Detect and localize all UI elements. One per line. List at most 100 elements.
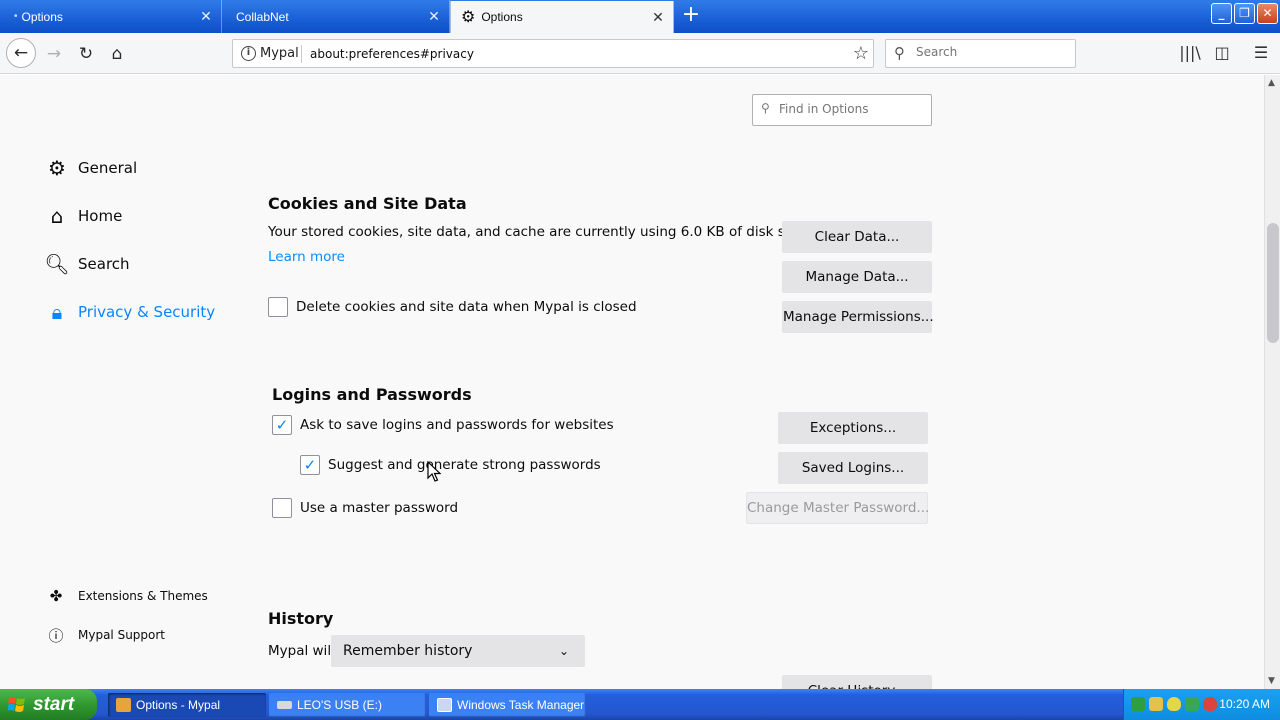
master-password-label[interactable]: Use a master password <box>300 500 458 516</box>
system-tray: 10:20 AM <box>1123 689 1280 720</box>
change-master-password-button[interactable]: Change Master Password... <box>746 492 929 524</box>
category-label: Privacy & Security <box>78 303 216 321</box>
navigation-toolbar: ← → ↻ ⌂ i Mypal about:preferences#privac… <box>0 33 1280 74</box>
category-general[interactable]: ⚙ General <box>44 154 137 182</box>
volume-icon[interactable] <box>1185 697 1199 711</box>
start-label: start <box>33 694 75 715</box>
delete-cookies-label[interactable]: Delete cookies and site data when Mypal … <box>296 299 637 315</box>
shield-icon[interactable] <box>1167 697 1181 711</box>
tab-label: Options <box>21 9 63 24</box>
learn-more-link[interactable]: Learn more <box>268 249 345 265</box>
menu-icon[interactable]: ☰ <box>1249 41 1273 65</box>
delete-cookies-checkbox[interactable] <box>268 297 288 317</box>
home-icon: ⌂ <box>111 44 123 64</box>
scroll-up-icon[interactable]: ▲ <box>1268 78 1275 88</box>
logins-heading: Logins and Passwords <box>272 385 472 404</box>
tab-close-icon[interactable]: ✕ <box>651 10 665 24</box>
cookies-heading: Cookies and Site Data <box>268 194 467 213</box>
search-icon: ⚲ <box>894 44 905 62</box>
tab-close-icon[interactable]: ✕ <box>199 9 213 23</box>
extensions-themes-link[interactable]: ✤ Extensions & Themes <box>44 582 208 610</box>
start-button[interactable]: start <box>0 689 97 720</box>
ask-save-logins-label[interactable]: Ask to save logins and passwords for web… <box>300 417 614 433</box>
history-mode-value: Remember history <box>343 643 473 659</box>
back-button[interactable]: ← <box>6 38 36 68</box>
chevron-down-icon: ⌄ <box>558 644 569 658</box>
star-icon[interactable]: ☆ <box>853 43 869 64</box>
taskbar-item-usb[interactable]: LEO'S USB (E:) <box>269 693 426 717</box>
taskbar-item-task-manager[interactable]: Windows Task Manager <box>429 693 586 717</box>
home-button[interactable]: ⌂ <box>103 40 131 68</box>
support-link[interactable]: ⓘ Mypal Support <box>44 621 165 649</box>
category-home[interactable]: ⌂ Home <box>44 202 123 230</box>
preferences-page: ⚲ ⚙ General ⌂ Home 🔍︎ Search 🔒︎ Privacy … <box>0 75 1264 689</box>
search-icon: 🔍︎ <box>44 252 70 276</box>
clock: 10:20 AM <box>1219 697 1270 711</box>
new-tab-button[interactable]: + <box>680 4 702 28</box>
tab-options-1[interactable]: • Options ✕ <box>0 0 222 33</box>
task-label: LEO'S USB (E:) <box>297 698 382 712</box>
clear-history-button[interactable]: Clear History... <box>782 675 932 689</box>
clear-data-button[interactable]: Clear Data... <box>782 221 932 253</box>
site-identity[interactable]: Mypal <box>260 46 299 61</box>
category-label: Search <box>78 255 130 273</box>
puzzle-icon: ✤ <box>49 587 63 605</box>
minimize-button[interactable]: _ <box>1211 3 1232 24</box>
forward-button[interactable]: → <box>40 40 68 68</box>
history-mode-select[interactable]: Remember history ⌄ <box>331 635 585 667</box>
mypal-app-icon <box>116 698 131 712</box>
tab-options-active[interactable]: ⚙ Options ✕ <box>450 1 674 33</box>
security-alert-icon[interactable] <box>1203 697 1217 711</box>
reload-button[interactable]: ↻ <box>72 40 100 68</box>
category-label: Home <box>78 207 123 225</box>
manage-permissions-button[interactable]: Manage Permissions... <box>782 301 934 333</box>
task-manager-icon <box>437 698 452 712</box>
scrollbar-thumb[interactable] <box>1267 223 1279 343</box>
search-icon: ⚲ <box>761 101 770 115</box>
category-label: General <box>78 159 138 177</box>
manage-data-button[interactable]: Manage Data... <box>782 261 932 293</box>
find-in-options-input[interactable] <box>779 102 927 116</box>
close-window-button[interactable]: ✕ <box>1257 3 1278 24</box>
category-privacy-security[interactable]: 🔒︎ Privacy & Security <box>44 298 215 326</box>
taskbar-item-mypal[interactable]: Options - Mypal <box>108 693 266 717</box>
url-text[interactable]: about:preferences#privacy <box>310 47 474 61</box>
tab-favicon-dot: • <box>14 11 18 22</box>
network-icon[interactable] <box>1131 697 1145 711</box>
master-password-checkbox[interactable] <box>272 498 292 518</box>
suggest-passwords-label[interactable]: Suggest and generate strong passwords <box>328 457 601 473</box>
taskbar: start Options - Mypal LEO'S USB (E:) Win… <box>0 689 1280 720</box>
gear-icon: ⚙ <box>48 156 66 180</box>
maximize-button[interactable]: ❐ <box>1234 3 1255 24</box>
library-icon[interactable]: |||\ <box>1178 41 1202 65</box>
tray-app-icon[interactable] <box>1149 697 1163 711</box>
sidebar-icon[interactable]: ◫ <box>1210 41 1234 65</box>
category-search[interactable]: 🔍︎ Search <box>44 250 130 278</box>
ask-save-logins-checkbox[interactable]: ✓ <box>272 415 292 435</box>
reload-icon: ↻ <box>78 44 94 64</box>
find-in-options[interactable]: ⚲ <box>752 94 932 126</box>
cookies-description: Your stored cookies, site data, and cach… <box>268 224 822 240</box>
info-icon[interactable]: i <box>241 46 256 61</box>
tab-close-icon[interactable]: ✕ <box>427 9 441 23</box>
tab-label: Options <box>481 10 523 24</box>
back-arrow-icon: ← <box>13 43 29 63</box>
tab-label: CollabNet <box>236 9 289 24</box>
exceptions-button[interactable]: Exceptions... <box>778 412 928 444</box>
tab-strip: • Options ✕ CollabNet ✕ ⚙ Options ✕ + _ … <box>0 0 1280 33</box>
url-bar[interactable]: i Mypal about:preferences#privacy ☆ <box>232 39 874 68</box>
mouse-cursor-icon <box>427 461 441 482</box>
tab-collabnet[interactable]: CollabNet ✕ <box>222 0 450 33</box>
history-will-label: Mypal will <box>268 643 335 659</box>
page-scrollbar[interactable]: ▲ ▼ <box>1264 75 1280 689</box>
drive-icon <box>277 701 292 709</box>
task-label: Options - Mypal <box>136 698 221 712</box>
search-bar[interactable]: ⚲ <box>885 39 1076 68</box>
suggest-passwords-checkbox[interactable]: ✓ <box>300 455 320 475</box>
home-icon: ⌂ <box>50 204 64 228</box>
task-label: Windows Task Manager <box>457 698 585 712</box>
search-input[interactable] <box>916 45 1066 59</box>
saved-logins-button[interactable]: Saved Logins... <box>778 452 928 484</box>
scroll-down-icon[interactable]: ▼ <box>1268 676 1275 686</box>
forward-arrow-icon: → <box>46 44 62 64</box>
